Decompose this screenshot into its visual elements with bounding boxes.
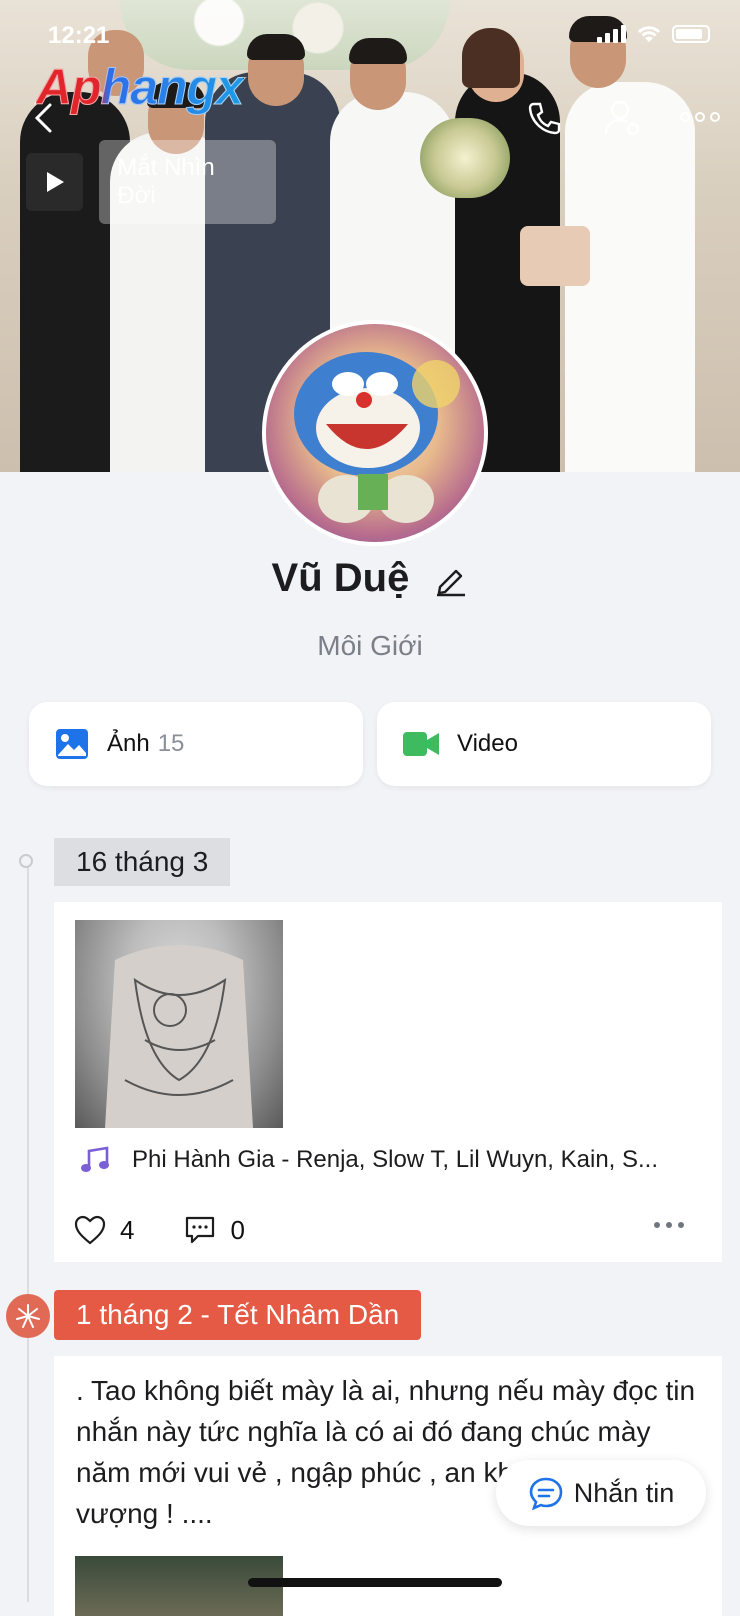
timeline-dot [19,854,33,868]
timeline-date-festive: 1 tháng 2 - Tết Nhâm Dần [54,1290,422,1340]
message-button[interactable]: Nhắn tin [496,1460,706,1526]
avatar-art [294,352,460,523]
profile-name: Vũ Duệ [271,556,410,600]
timeline-line [27,862,29,1602]
tattoo-back-art [105,945,253,1128]
video-label: Video [457,730,518,757]
profile-name-row: Vũ Duệ [0,556,740,601]
edit-name-icon[interactable] [434,563,468,597]
back-icon[interactable] [32,102,54,134]
post-photo[interactable] [75,920,283,1128]
post-more-icon[interactable] [654,1222,684,1228]
comment-count: 0 [230,1214,245,1245]
music-thumbnail [26,153,84,211]
music-title: Mắt Nhìn Đời [99,140,276,224]
profile-settings-icon[interactable] [604,98,642,138]
video-camera-icon [403,730,439,758]
timeline-post[interactable]: Phi Hành Gia - Renja, Slow T, Lil Wuyn, … [54,902,722,1262]
photos-button[interactable]: Ảnh 15 [29,702,363,786]
home-indicator [248,1578,502,1587]
profile-subtitle: Môi Giới [317,630,423,661]
status-bar: 12:21 [48,22,710,52]
chat-bubble-icon [529,1477,563,1510]
more-icon[interactable] [680,112,720,122]
photo-icon [55,728,89,760]
message-button-label: Nhắn tin [573,1477,675,1508]
post-actions: 4 0 [74,1210,702,1250]
watermark-logo: Aphangx [36,59,245,116]
battery-icon [672,25,710,43]
comment-icon [186,1216,215,1244]
post-song[interactable]: Phi Hành Gia - Renja, Slow T, Lil Wuyn, … [80,1146,658,1174]
like-button[interactable]: 4 [74,1215,134,1246]
wifi-icon [637,26,661,42]
bouquet [420,118,510,198]
profile-avatar[interactable] [262,320,488,546]
timeline-date: 16 tháng 3 [54,838,231,886]
handbag [520,226,590,286]
music-note-icon [81,1146,109,1172]
like-count: 4 [120,1214,135,1245]
play-icon [46,172,64,192]
comment-button[interactable]: 0 [184,1214,245,1246]
post-song-title: Phi Hành Gia - Renja, Slow T, Lil Wuyn, … [132,1146,659,1173]
phone-icon[interactable] [526,100,562,136]
signal-icon [597,25,626,43]
photos-count: 15 [157,730,185,757]
status-time: 12:21 [48,22,110,49]
photos-label: Ảnh [107,730,150,757]
heart-icon [74,1215,106,1245]
profile-music[interactable]: Mắt Nhìn Đời [26,140,276,224]
firework-icon [6,1294,50,1338]
video-button[interactable]: Video [377,702,711,786]
